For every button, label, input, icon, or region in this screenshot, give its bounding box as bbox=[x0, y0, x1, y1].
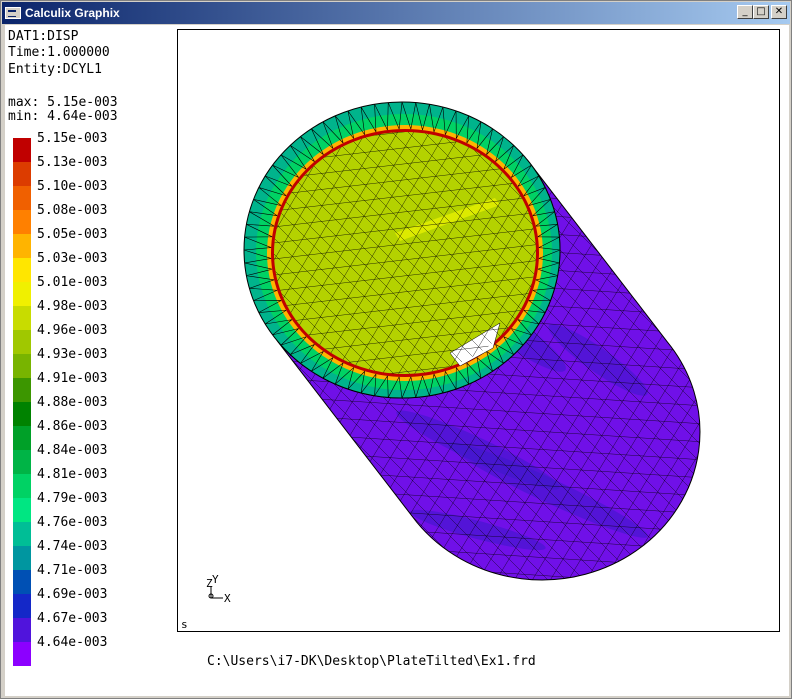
maximize-button[interactable]: □ bbox=[753, 5, 769, 19]
legend-entry: 4.79e-003 bbox=[13, 491, 107, 522]
legend-entry: 4.76e-003 bbox=[13, 515, 107, 546]
legend-swatch bbox=[13, 570, 31, 594]
window-controls: _ □ ✕ bbox=[737, 5, 787, 19]
legend-swatch bbox=[13, 234, 31, 258]
legend-swatch bbox=[13, 546, 31, 570]
legend-swatch bbox=[13, 498, 31, 522]
legend-swatch bbox=[13, 474, 31, 498]
legend-entry: 4.91e-003 bbox=[13, 371, 107, 402]
legend-label: 5.15e-003 bbox=[37, 131, 108, 146]
legend-label: 4.67e-003 bbox=[37, 611, 108, 626]
min-value: min: 4.64e-003 bbox=[8, 109, 118, 124]
close-button[interactable]: ✕ bbox=[771, 5, 787, 19]
legend-label: 5.05e-003 bbox=[37, 227, 108, 242]
legend-entry: 4.71e-003 bbox=[13, 563, 107, 594]
legend-entry: 5.15e-003 bbox=[13, 131, 107, 162]
legend-swatch bbox=[13, 402, 31, 426]
minimize-button[interactable]: _ bbox=[737, 5, 753, 19]
legend-entry: 4.67e-003 bbox=[13, 611, 107, 642]
dataset-label: DAT1:DISP bbox=[8, 29, 79, 44]
legend-swatch bbox=[13, 162, 31, 186]
legend-swatch bbox=[13, 210, 31, 234]
legend-label: 4.64e-003 bbox=[37, 635, 108, 650]
legend-swatch bbox=[13, 426, 31, 450]
time-label: Time:1.000000 bbox=[8, 45, 110, 60]
legend-entry: 5.01e-003 bbox=[13, 275, 107, 306]
axis-triad: Z Y X bbox=[206, 573, 231, 605]
legend-swatch bbox=[13, 330, 31, 354]
entity-label: Entity:DCYL1 bbox=[8, 62, 102, 77]
legend-label: 4.86e-003 bbox=[37, 419, 108, 434]
legend-label: 5.13e-003 bbox=[37, 155, 108, 170]
legend-entry: 4.98e-003 bbox=[13, 299, 107, 330]
app-icon bbox=[5, 7, 21, 19]
legend-swatch bbox=[13, 522, 31, 546]
legend-label: 4.74e-003 bbox=[37, 539, 108, 554]
legend-entry: 5.05e-003 bbox=[13, 227, 107, 258]
legend-swatch bbox=[13, 450, 31, 474]
legend-entry: 5.10e-003 bbox=[13, 179, 107, 210]
legend-label: 4.93e-003 bbox=[37, 347, 108, 362]
app-window: Calculix Graphix _ □ ✕ DAT1:DISP Time:1.… bbox=[0, 0, 792, 699]
legend-label: 4.91e-003 bbox=[37, 371, 108, 386]
legend-label: 4.88e-003 bbox=[37, 395, 108, 410]
legend-entry: 4.96e-003 bbox=[13, 323, 107, 354]
legend-label: 5.08e-003 bbox=[37, 203, 108, 218]
cylinder-model[interactable]: Z Y X s bbox=[178, 30, 779, 631]
graphics-area[interactable]: DAT1:DISP Time:1.000000 Entity:DCYL1 max… bbox=[5, 25, 789, 696]
legend-label: 4.79e-003 bbox=[37, 491, 108, 506]
legend-swatch bbox=[13, 642, 31, 666]
legend-swatch bbox=[13, 354, 31, 378]
legend-swatch bbox=[13, 594, 31, 618]
legend-label: 4.96e-003 bbox=[37, 323, 108, 338]
legend-swatch bbox=[13, 258, 31, 282]
legend-entry: 4.64e-003 bbox=[13, 635, 107, 666]
legend-entry: 4.74e-003 bbox=[13, 539, 107, 570]
legend-label: 5.03e-003 bbox=[37, 251, 108, 266]
legend-entry: 4.93e-003 bbox=[13, 347, 107, 378]
legend-label: 5.01e-003 bbox=[37, 275, 108, 290]
corner-mark: s bbox=[181, 618, 188, 631]
legend-swatch bbox=[13, 378, 31, 402]
file-path: C:\Users\i7-DK\Desktop\PlateTilted\Ex1.f… bbox=[207, 654, 536, 669]
legend-swatch bbox=[13, 618, 31, 642]
window-title: Calculix Graphix bbox=[25, 6, 120, 20]
legend-label: 5.10e-003 bbox=[37, 179, 108, 194]
legend-entry: 4.88e-003 bbox=[13, 395, 107, 426]
legend-entry: 4.69e-003 bbox=[13, 587, 107, 618]
max-value: max: 5.15e-003 bbox=[8, 95, 118, 110]
axis-x-label: X bbox=[224, 592, 231, 605]
legend-swatch bbox=[13, 306, 31, 330]
legend-label: 4.76e-003 bbox=[37, 515, 108, 530]
legend-swatch bbox=[13, 138, 31, 162]
legend-label: 4.69e-003 bbox=[37, 587, 108, 602]
legend-entry: 4.84e-003 bbox=[13, 443, 107, 474]
legend-label: 4.84e-003 bbox=[37, 443, 108, 458]
title-bar[interactable]: Calculix Graphix _ □ ✕ bbox=[2, 2, 790, 24]
legend-label: 4.71e-003 bbox=[37, 563, 108, 578]
legend-swatch bbox=[13, 186, 31, 210]
legend-entry: 4.86e-003 bbox=[13, 419, 107, 450]
model-viewport[interactable]: Z Y X s bbox=[177, 29, 780, 632]
legend-label: 4.81e-003 bbox=[37, 467, 108, 482]
legend-entry: 5.08e-003 bbox=[13, 203, 107, 234]
legend-label: 4.98e-003 bbox=[37, 299, 108, 314]
legend-entry: 4.81e-003 bbox=[13, 467, 107, 498]
legend-swatch bbox=[13, 282, 31, 306]
axis-y-label: Y bbox=[212, 573, 219, 586]
legend-entry: 5.13e-003 bbox=[13, 155, 107, 186]
legend-entry: 5.03e-003 bbox=[13, 251, 107, 282]
